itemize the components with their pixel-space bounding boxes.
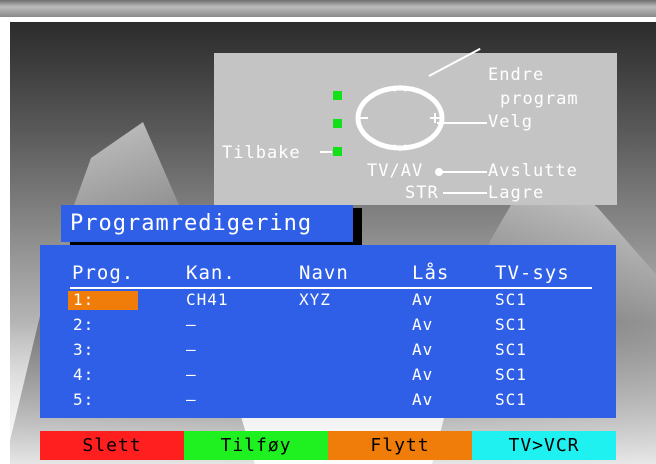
help-endre: Endre — [488, 65, 545, 85]
header-tvsys: TV-sys — [495, 262, 570, 284]
tv-vcr-button[interactable]: TV>VCR — [472, 431, 616, 460]
header-navn: Navn — [299, 262, 349, 284]
program-table: Prog. Kan. Navn Lås TV-sys 1: CH41 XYZ A… — [40, 245, 616, 418]
table-row-3[interactable]: 3: – Av SC1 — [40, 340, 616, 361]
cell-prog: 1: — [73, 290, 95, 309]
cell-kan: – — [186, 365, 197, 384]
help-program: program — [500, 89, 579, 109]
cell-tvsys: SC1 — [495, 340, 527, 359]
help-avslutte: Avslutte — [488, 161, 578, 181]
cell-tvsys: SC1 — [495, 365, 527, 384]
help-velg: Velg — [488, 112, 533, 132]
table-row-1[interactable]: 1: CH41 XYZ Av SC1 — [40, 290, 616, 311]
cell-kan: CH41 — [186, 290, 229, 309]
cell-tvsys: SC1 — [495, 390, 527, 409]
header-divider — [70, 287, 592, 289]
cell-tvsys: SC1 — [495, 315, 527, 334]
remote-help-panel: Endre program Velg Tilbake TV/AV Avslutt… — [214, 47, 617, 205]
page-title: Programredigering — [61, 205, 353, 242]
indicator-square-1 — [333, 91, 342, 100]
table-row-2[interactable]: 2: – Av SC1 — [40, 315, 616, 336]
cell-prog: 5: — [73, 390, 95, 409]
cell-kan: – — [186, 340, 197, 359]
help-tvav: TV/AV — [367, 161, 424, 181]
help-str: STR — [405, 183, 439, 203]
cell-tvsys: SC1 — [495, 290, 527, 309]
cell-las: Av — [412, 340, 434, 359]
cell-las: Av — [412, 365, 434, 384]
cell-las: Av — [412, 390, 434, 409]
cell-prog: 4: — [73, 365, 95, 384]
cell-kan: – — [186, 315, 197, 334]
dpad-icon — [355, 84, 445, 152]
header-kan: Kan. — [186, 262, 236, 284]
help-tilbake: Tilbake — [222, 143, 301, 163]
flytt-button[interactable]: Flytt — [328, 431, 472, 460]
cell-las: Av — [412, 290, 434, 309]
cell-las: Av — [412, 315, 434, 334]
top-image-strip — [0, 0, 656, 17]
cell-kan: – — [186, 390, 197, 409]
indicator-square-2 — [333, 119, 342, 128]
cell-prog: 3: — [73, 340, 95, 359]
table-row-4[interactable]: 4: – Av SC1 — [40, 365, 616, 386]
cell-navn: XYZ — [299, 290, 331, 309]
slett-button[interactable]: Slett — [40, 431, 184, 460]
cell-prog: 2: — [73, 315, 95, 334]
tilfoy-button[interactable]: Tilføy — [184, 431, 328, 460]
table-row-5[interactable]: 5: – Av SC1 — [40, 390, 616, 411]
header-las: Lås — [412, 262, 450, 284]
indicator-square-3 — [333, 147, 342, 156]
help-lagre: Lagre — [488, 183, 545, 203]
header-prog: Prog. — [72, 262, 135, 284]
